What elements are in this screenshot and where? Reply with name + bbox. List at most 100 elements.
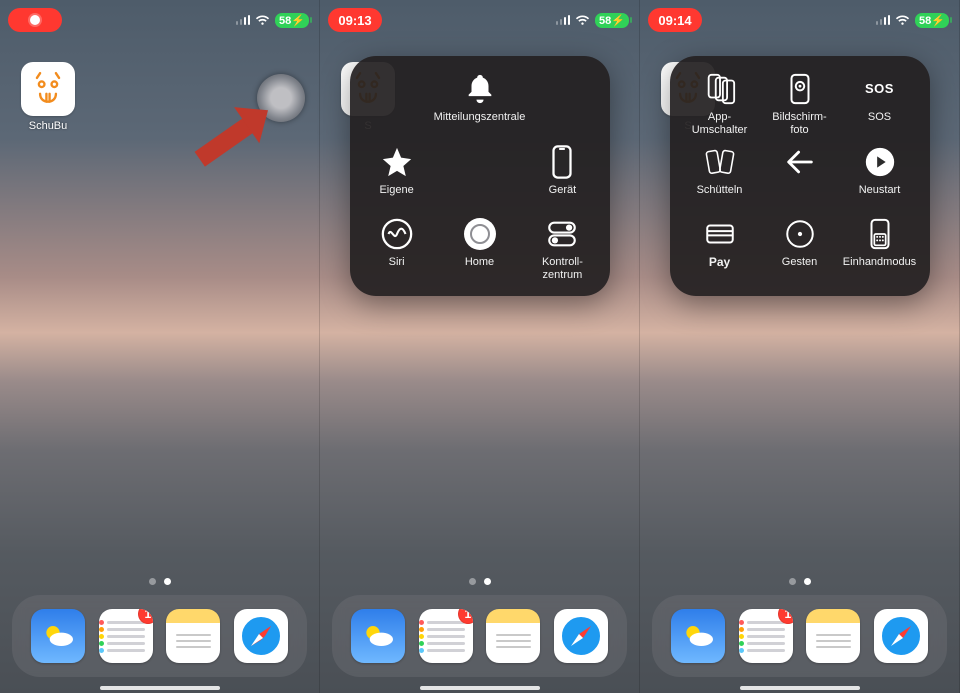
menu-label: Gesten [782,256,817,269]
battery-indicator: 58⚡ [275,13,309,28]
status-right: 58⚡ [876,13,949,28]
menu-gestures[interactable]: Gesten [760,215,840,288]
status-right: 58⚡ [556,13,629,28]
battery-indicator: 58⚡ [595,13,629,28]
dock: 1 [12,595,307,677]
menu-label: Gerät [549,184,577,197]
screenshot-panel-3: 09:14 58⚡ S App- Umschalter Bildschirm- … [640,0,960,693]
screenshot-panel-1: 58⚡ SchuBu 1 [0,0,320,693]
dock-notes[interactable] [486,609,540,663]
wallet-icon [703,217,737,251]
status-bar: 09:14 58⚡ [640,6,959,34]
menu-label: App- Umschalter [692,111,748,136]
menu-custom[interactable]: Eigene [360,143,434,216]
safari-icon [877,612,925,660]
status-bar: 58⚡ [0,6,319,34]
assistive-touch-menu: Mitteilungszentrale Eigene Gerät Siri Ho [350,56,610,296]
home-indicator[interactable] [100,686,220,690]
menu-device[interactable]: Gerät [525,143,599,216]
safari-icon [237,612,285,660]
page-indicator[interactable] [789,578,811,585]
status-bar: 09:13 58⚡ [320,6,639,34]
menu-control-center[interactable]: Kontroll- zentrum [525,215,599,288]
weather-icon [678,616,718,656]
cellular-signal-icon [236,15,251,25]
menu-one-hand[interactable]: Einhandmodus [840,215,920,288]
notes-icon [176,634,211,648]
menu-label: Bildschirm- foto [772,111,826,136]
menu-label: Kontroll- zentrum [542,256,583,281]
menu-label: SOS [868,111,891,124]
cellular-signal-icon [876,15,891,25]
cellular-signal-icon [556,15,571,25]
menu-label: Einhandmodus [843,256,916,269]
wifi-icon [255,14,270,26]
menu-notification-center[interactable]: Mitteilungszentrale [434,70,526,143]
time-pill[interactable]: 09:14 [648,8,702,32]
home-indicator[interactable] [740,686,860,690]
menu-label: Mitteilungszentrale [434,111,526,124]
weather-icon [38,616,78,656]
menu-label: Neustart [859,184,901,197]
dock-notes[interactable] [806,609,860,663]
phone-outline-icon [545,145,579,179]
menu-screenshot[interactable]: Bildschirm- foto [760,70,840,143]
menu-sos[interactable]: SOS SOS [840,70,920,143]
menu-restart[interactable]: Neustart [840,143,920,216]
shake-icon [703,145,737,179]
dock-reminders[interactable]: 1 [739,609,793,663]
dock: 1 [652,595,947,677]
menu-label: Home [465,256,494,269]
menu-back[interactable] [760,143,840,216]
dock-safari[interactable] [554,609,608,663]
wifi-icon [895,14,910,26]
notes-icon [496,634,531,648]
dock-weather[interactable] [671,609,725,663]
menu-apple-pay[interactable]: Pay [680,215,760,288]
dock: 1 [332,595,627,677]
assistive-touch-device-menu: App- Umschalter Bildschirm- foto SOS SOS… [670,56,930,296]
app-schubu[interactable]: SchuBu [16,62,80,132]
dock-reminders[interactable]: 1 [419,609,473,663]
menu-home[interactable]: Home [434,215,526,288]
app-label: SchuBu [16,120,80,132]
siri-icon [380,217,414,251]
dock-notes[interactable] [166,609,220,663]
screenshot-icon [783,72,817,106]
status-right: 58⚡ [236,13,309,28]
screen-recording-pill[interactable] [8,8,62,32]
home-indicator[interactable] [420,686,540,690]
star-icon [380,145,414,179]
dock-reminders[interactable]: 1 [99,609,153,663]
menu-shake[interactable]: Schütteln [680,143,760,216]
menu-label: Eigene [379,184,413,197]
menu-label: Schütteln [697,184,743,197]
toggles-icon [545,217,579,251]
battery-indicator: 58⚡ [915,13,949,28]
sos-icon: SOS [863,72,897,106]
dock-safari[interactable] [234,609,288,663]
home-button-icon [463,217,497,251]
wifi-icon [575,14,590,26]
gestures-icon [783,217,817,251]
page-indicator[interactable] [149,578,171,585]
time-pill[interactable]: 09:13 [328,8,382,32]
dock-weather[interactable] [31,609,85,663]
safari-icon [557,612,605,660]
weather-icon [358,616,398,656]
dock-safari[interactable] [874,609,928,663]
restart-icon [863,145,897,179]
reachability-icon [863,217,897,251]
menu-app-switcher[interactable]: App- Umschalter [680,70,760,143]
back-arrow-icon [783,145,817,179]
dock-weather[interactable] [351,609,405,663]
menu-label [798,184,801,197]
screenshot-panel-2: 09:13 58⚡ S Mitteilungszentrale Eigene [320,0,640,693]
menu-siri[interactable]: Siri [360,215,434,288]
page-indicator[interactable] [469,578,491,585]
reminders-icon [107,621,145,652]
reminders-icon [427,621,465,652]
schubu-app-icon [21,62,75,116]
menu-label: Siri [389,256,405,269]
reminders-icon [747,621,785,652]
